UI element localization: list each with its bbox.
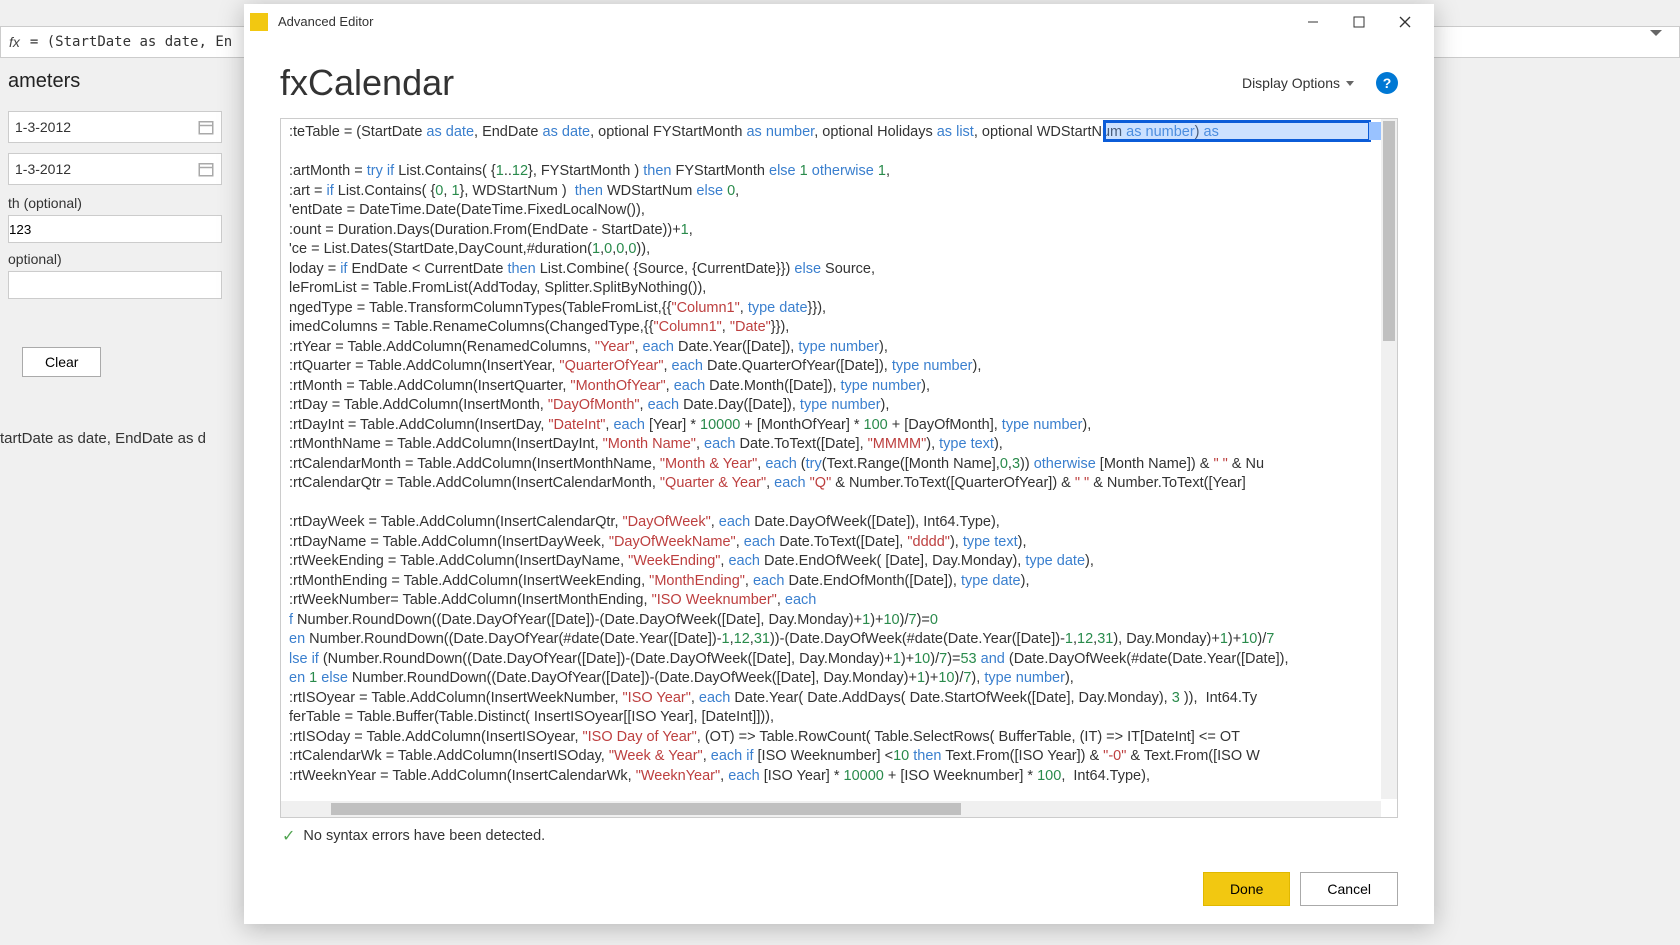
query-name: fxCalendar	[280, 62, 1242, 104]
app-icon	[250, 13, 268, 31]
calendar-icon	[197, 160, 215, 178]
display-options-dropdown[interactable]: Display Options	[1242, 75, 1354, 91]
header-row: fxCalendar Display Options ?	[280, 62, 1398, 104]
clear-button[interactable]: Clear	[22, 347, 101, 377]
param-label-optional: optional)	[8, 251, 222, 267]
signature-text: tartDate as date, EndDate as d	[0, 430, 206, 447]
formula-text: = (StartDate as date, En	[30, 34, 232, 50]
fx-icon: fx	[9, 34, 20, 50]
date-input-1[interactable]: 1-3-2012	[8, 111, 222, 143]
vertical-scrollbar[interactable]	[1381, 119, 1397, 799]
modal-body: fxCalendar Display Options ? :teTable = …	[244, 40, 1434, 924]
date-input-2[interactable]: 1-3-2012	[8, 153, 222, 185]
code-editor[interactable]: :teTable = (StartDate as date, EndDate a…	[280, 118, 1398, 818]
advanced-editor-modal: Advanced Editor fxCalendar Display Optio…	[244, 4, 1434, 924]
check-icon: ✓	[282, 826, 295, 846]
horizontal-scrollbar[interactable]	[281, 801, 1381, 817]
panel-title: ameters	[8, 70, 222, 93]
parameters-panel: ameters 1-3-2012 1-3-2012 th (optional) …	[0, 70, 230, 377]
done-button[interactable]: Done	[1203, 872, 1290, 906]
cancel-button[interactable]: Cancel	[1300, 872, 1398, 906]
horizontal-scroll-thumb[interactable]	[331, 803, 961, 815]
minimize-button[interactable]	[1290, 5, 1336, 39]
close-button[interactable]	[1382, 5, 1428, 39]
param-label-month: th (optional)	[8, 195, 222, 211]
modal-title: Advanced Editor	[278, 14, 1290, 29]
date-value-1: 1-3-2012	[15, 119, 71, 135]
optional-field[interactable]	[8, 271, 222, 299]
month-field[interactable]	[8, 215, 222, 243]
chevron-down-icon[interactable]	[1650, 30, 1662, 36]
vertical-scroll-thumb[interactable]	[1383, 121, 1395, 341]
status-row: ✓ No syntax errors have been detected.	[280, 818, 1398, 854]
status-text: No syntax errors have been detected.	[303, 828, 545, 844]
button-row: Done Cancel	[280, 872, 1398, 906]
maximize-button[interactable]	[1336, 5, 1382, 39]
code-content[interactable]: :teTable = (StartDate as date, EndDate a…	[281, 119, 1397, 790]
calendar-icon	[197, 118, 215, 136]
help-icon[interactable]: ?	[1376, 72, 1398, 94]
modal-titlebar: Advanced Editor	[244, 4, 1434, 40]
date-value-2: 1-3-2012	[15, 161, 71, 177]
